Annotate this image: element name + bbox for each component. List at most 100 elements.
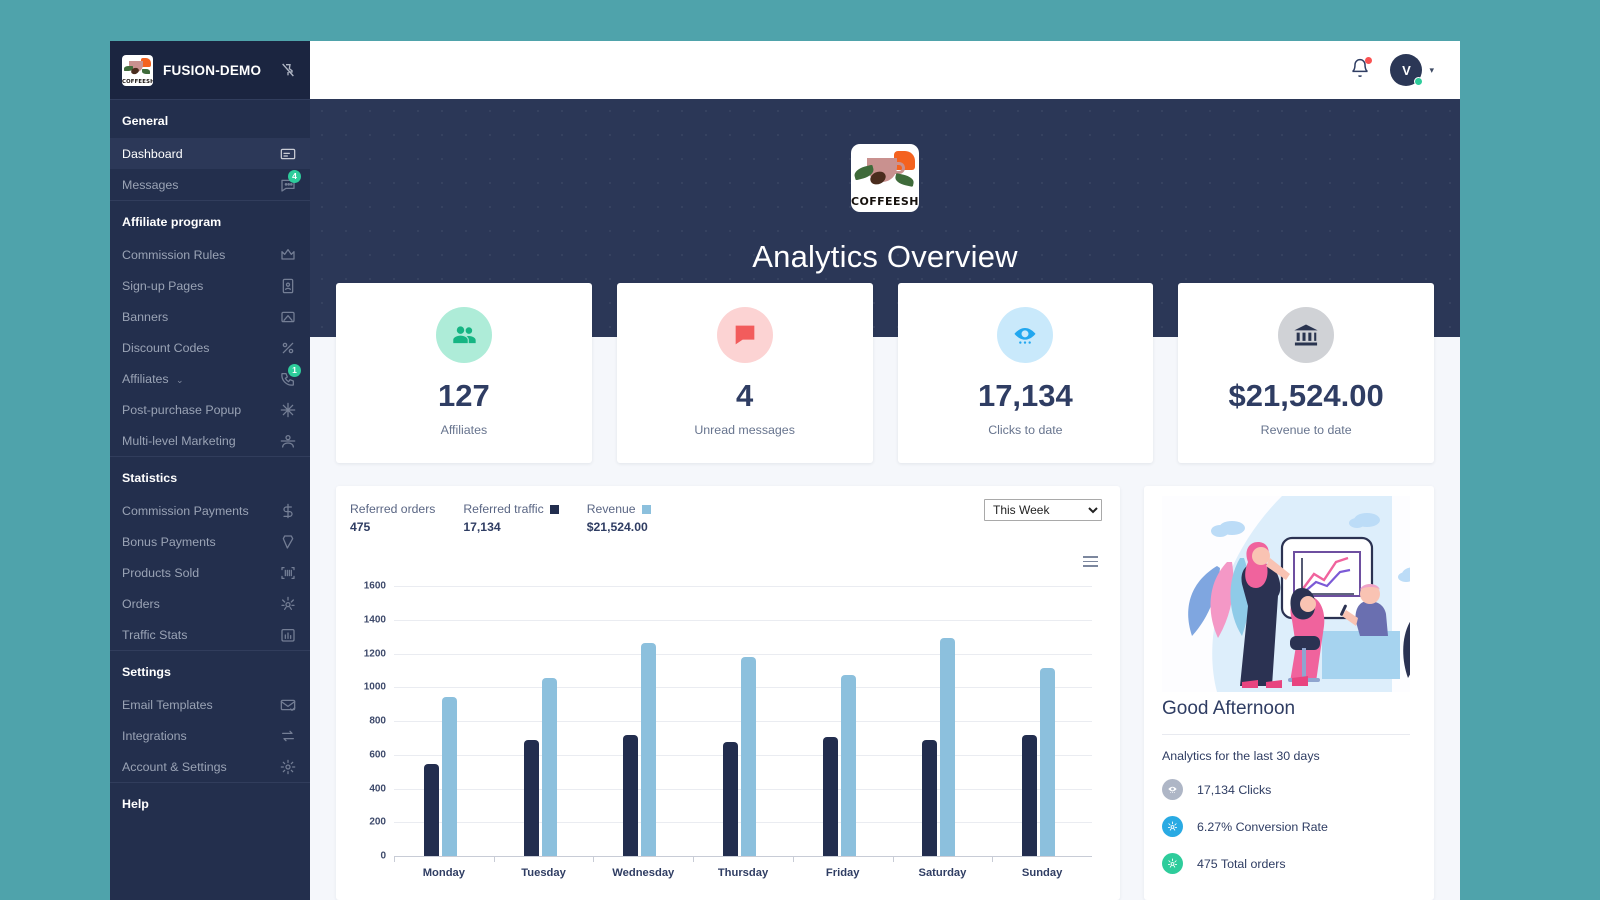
analytics-row-text: 475 Total orders	[1197, 856, 1286, 871]
sidebar-item-products-sold[interactable]: Products Sold	[110, 557, 310, 588]
sidebar-item-account-settings[interactable]: Account & Settings	[110, 751, 310, 782]
y-axis-tick: 1600	[363, 580, 386, 592]
legend-label: Revenue	[586, 502, 636, 516]
legend-value: 475	[350, 520, 371, 534]
stat-value: 4	[736, 378, 754, 413]
x-axis-tick: Tuesday	[521, 867, 566, 879]
app-window: COFFEESHOP FUSION-DEMO General Dashboard M…	[110, 41, 1460, 900]
chevron-down-icon: ▾	[1429, 64, 1434, 75]
sparkle-icon	[280, 402, 296, 418]
sidebar-item-multi-level-marketing[interactable]: Multi-level Marketing	[110, 425, 310, 456]
analytics-row: 6.27% Conversion Rate	[1162, 816, 1410, 837]
sidebar-item-messages[interactable]: Messages 4	[110, 169, 310, 200]
sidebar-item-discount-codes[interactable]: Discount Codes	[110, 332, 310, 363]
sidebar-item-commission-rules[interactable]: Commission Rules	[110, 239, 310, 270]
sidebar-item-label: Products Sold	[122, 565, 200, 580]
y-axis-tick: 1200	[363, 648, 386, 659]
analytics-row-text: 6.27% Conversion Rate	[1197, 819, 1328, 834]
y-axis-tick: 600	[369, 749, 386, 761]
bar-group	[623, 586, 657, 856]
y-axis-tick: 1400	[363, 614, 386, 626]
axis-separator	[493, 856, 495, 862]
sidebar-item-bonus-payments[interactable]: Bonus Payments	[110, 526, 310, 557]
bar[interactable]	[641, 642, 657, 856]
legend-label: Referred orders	[350, 502, 436, 516]
barcode-scan-icon	[280, 565, 296, 581]
people-icon	[435, 307, 492, 363]
sidebar-item-traffic-stats[interactable]: Traffic Stats	[110, 619, 310, 650]
x-axis-tick: Thursday	[717, 867, 769, 879]
sidebar-item-affiliates[interactable]: Affiliates ⌄ 1	[110, 363, 310, 394]
sidebar-item-label: Multi-level Marketing	[122, 433, 236, 448]
bar-chart-icon	[280, 627, 296, 643]
notifications-button[interactable]	[1350, 56, 1373, 83]
sidebar-item-sign-up-pages[interactable]: Sign-up Pages	[110, 270, 310, 301]
sidebar-item-banners[interactable]: Banners	[110, 301, 310, 332]
sidebar-brand[interactable]: COFFEESHOP FUSION-DEMO	[110, 41, 310, 99]
sidebar-group-settings: Settings Email Templates Integrations Accou…	[110, 650, 310, 782]
bar[interactable]	[741, 656, 757, 856]
greeting-subtitle: Analytics for the last 30 days	[1162, 749, 1320, 763]
sidebar-item-email-templates[interactable]: Email Templates	[110, 689, 310, 720]
legend-item[interactable]: Referred orders 475	[350, 502, 435, 534]
bar[interactable]	[723, 742, 739, 856]
dollar-icon	[280, 503, 296, 519]
speech-bubble-icon	[716, 307, 773, 363]
sidebar-item-commission-payments[interactable]: Commission Payments	[110, 495, 310, 526]
x-axis-tick: Friday	[825, 867, 860, 879]
main-content: V ▾ COFFEESHOP Analytics Overview 127 Aff…	[310, 41, 1460, 900]
sidebar-item-post-purchase-popup[interactable]: Post-purchase Popup	[110, 394, 310, 425]
sidebar-item-label: Sign-up Pages	[122, 278, 204, 293]
user-menu[interactable]: V ▾	[1390, 54, 1434, 86]
bar-group	[1022, 586, 1056, 856]
bar-group	[723, 586, 757, 856]
analytics-row-text: 17,134 Clicks	[1197, 782, 1272, 797]
bar[interactable]	[922, 740, 938, 856]
bar-group	[822, 586, 856, 856]
sidebar-item-integrations[interactable]: Integrations	[110, 720, 310, 751]
lower-section: Referred orders 475 Referred traffic 17,134…	[310, 486, 1460, 900]
sidebar-item-label: Banners	[122, 309, 169, 324]
divider	[1162, 734, 1410, 735]
image-icon	[280, 309, 296, 325]
bar[interactable]	[940, 638, 956, 856]
sidebar-item-orders[interactable]: Orders	[110, 588, 310, 619]
legend-item[interactable]: Referred traffic 17,134	[463, 502, 559, 534]
sidebar-item-dashboard[interactable]: Dashboard	[110, 138, 310, 169]
ticket-icon	[280, 534, 296, 550]
bar-chart: 0 200 400 600 800 1000 1200 1400 1600 Monday Tuesd…	[364, 581, 1092, 879]
axis-separator	[394, 856, 395, 862]
legend-value: $21,524.00	[586, 520, 648, 534]
burst-icon	[280, 596, 296, 612]
sidebar-item-label: Orders	[122, 596, 160, 611]
crown-icon	[280, 247, 296, 263]
chevron-down-icon: ⌄	[176, 374, 184, 385]
legend-label: Referred traffic	[463, 502, 544, 516]
axis-separator	[892, 856, 894, 862]
brand-name: FUSION-DEMO	[163, 62, 262, 78]
x-axis-tick: Wednesday	[612, 867, 675, 879]
sidebar: COFFEESHOP FUSION-DEMO General Dashboard M…	[110, 41, 310, 900]
network-user-icon	[280, 433, 296, 449]
stat-value: $21,524.00	[1228, 378, 1384, 413]
sidebar-item-label: Messages	[122, 177, 179, 192]
date-range-select[interactable]: This WeekLast WeekThis MonthLast MonthTh…	[984, 499, 1102, 521]
team-analytics-illustration	[1162, 496, 1410, 692]
grid-line	[394, 856, 1092, 857]
bar[interactable]	[523, 739, 539, 856]
sidebar-section-title: Statistics	[122, 471, 178, 485]
bar[interactable]	[1022, 734, 1038, 856]
pin-off-icon[interactable]	[280, 62, 296, 78]
legend-item[interactable]: Revenue $21,524.00	[587, 502, 651, 534]
bar-group	[922, 586, 956, 856]
bar[interactable]	[822, 737, 838, 856]
bar[interactable]	[623, 735, 639, 856]
legend-value: 17,134	[463, 520, 501, 534]
online-status-dot	[1414, 77, 1424, 86]
bar[interactable]	[441, 696, 457, 856]
bar[interactable]	[541, 677, 557, 856]
bar[interactable]	[423, 764, 439, 856]
x-axis-tick: Sunday	[1021, 867, 1063, 879]
bar[interactable]	[1040, 667, 1056, 856]
bar[interactable]	[840, 674, 856, 856]
